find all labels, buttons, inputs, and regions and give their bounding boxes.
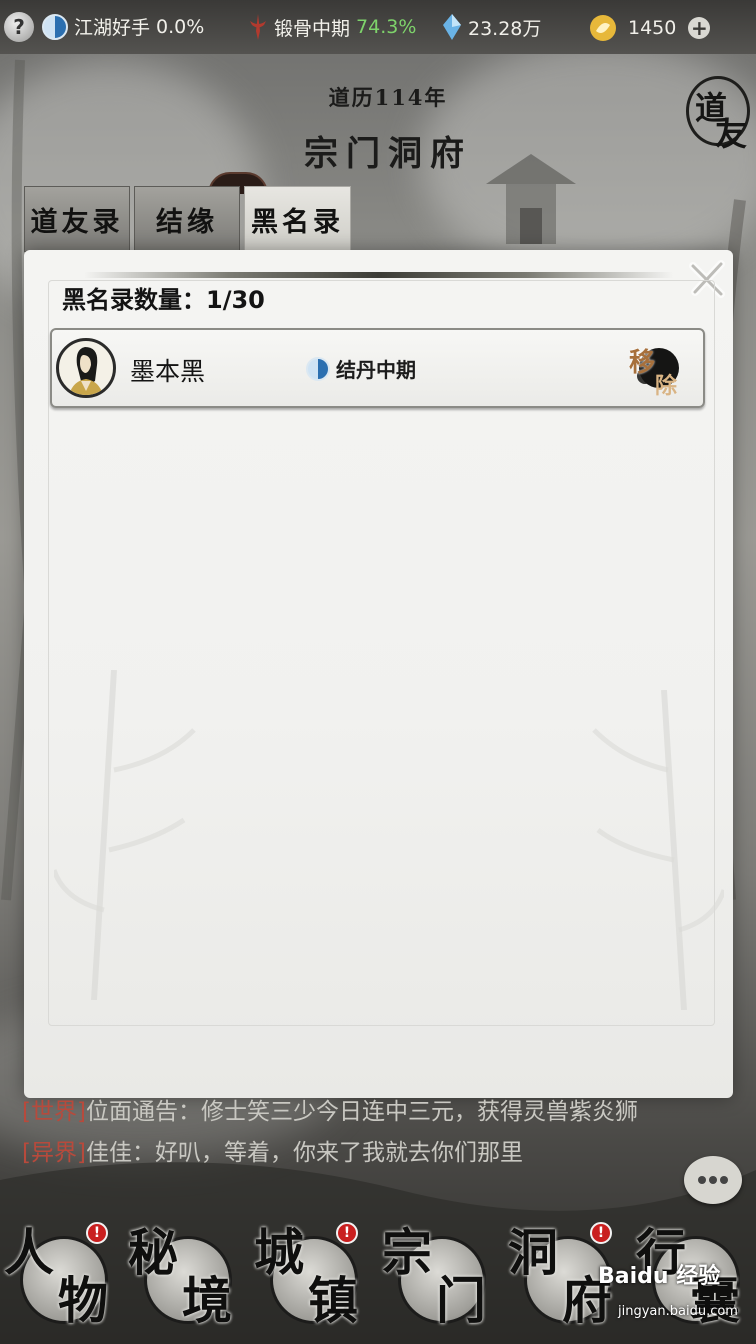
- nav-char-1: 城: [254, 1223, 304, 1282]
- remove-char-1: 移: [629, 348, 656, 378]
- bamboo-decoration: [592, 690, 724, 1010]
- chat-text: ：好叭，等着，你来了我就去你们那里: [131, 1140, 523, 1166]
- page-title: 宗门洞府: [304, 134, 472, 174]
- nav-char-2: 境: [182, 1271, 232, 1330]
- nav-char-2: 门: [436, 1271, 486, 1330]
- cultivation-stat[interactable]: 锻骨中期 74.3%: [248, 13, 416, 41]
- blacklist-count-value: 1/30: [206, 286, 265, 314]
- chat-message: [世界]位面通告：修士笑三少今日连中三元，获得灵兽紫炎狮: [22, 1092, 662, 1133]
- alert-badge: !: [86, 1222, 108, 1244]
- blacklist-row[interactable]: 墨本黑 结丹中期 移 除: [50, 328, 705, 408]
- chat-feed[interactable]: [世界]位面通告：修士笑三少今日连中三元，获得灵兽紫炎狮 [异界]佳佳：好叭，等…: [22, 1092, 662, 1174]
- alert-badge: !: [336, 1222, 358, 1244]
- player-realm: 结丹中期: [306, 354, 416, 383]
- chat-dot: [698, 1176, 706, 1184]
- spirit-crystal-icon: [443, 14, 461, 40]
- chat-message: [异界]佳佳：好叭，等着，你来了我就去你们那里: [22, 1133, 662, 1174]
- remove-char-2: 除: [655, 373, 678, 399]
- chat-channel: [异界]: [22, 1140, 86, 1166]
- reputation-label: 江湖好手: [74, 17, 151, 39]
- taiji-icon: [306, 356, 330, 381]
- chat-button[interactable]: [684, 1156, 742, 1204]
- sword-emblem-icon: [250, 14, 266, 40]
- status-bar: ? 江湖好手 0.0% 锻骨中期 74.3% 23.28万 1450 +: [0, 0, 756, 54]
- reputation-stat[interactable]: 江湖好手 0.0%: [42, 13, 204, 40]
- nav-char-2: 镇: [308, 1271, 358, 1330]
- chat-dot: [720, 1176, 728, 1184]
- player-realm-label: 结丹中期: [336, 358, 416, 382]
- panel-divider: [84, 272, 673, 278]
- alert-badge: !: [590, 1222, 612, 1244]
- add-currency-button[interactable]: +: [688, 17, 711, 39]
- nav-char-2: 物: [58, 1271, 108, 1330]
- gold-coin-icon: [590, 15, 616, 41]
- nav-char-1: 秘: [128, 1223, 178, 1282]
- chat-speaker: 佳佳: [85, 1140, 132, 1166]
- spirit-stone-value: 23.28万: [468, 17, 542, 40]
- seal-char-2: 友: [715, 115, 748, 153]
- cultivation-label: 锻骨中期: [274, 17, 351, 40]
- tab-friends-list[interactable]: 道友录: [24, 186, 130, 252]
- cultivation-progress: 74.3%: [356, 16, 417, 38]
- player-name: 墨本黑: [130, 357, 206, 386]
- reputation-value: 0.0%: [156, 15, 205, 38]
- nav-char-1: 宗: [382, 1223, 432, 1282]
- tab-bond[interactable]: 结缘: [134, 186, 240, 252]
- chat-speaker: 位面通告: [85, 1099, 178, 1125]
- taiji-icon: [42, 13, 68, 40]
- baidu-watermark: Baidu 经验 jingyan.baidu.com: [598, 1258, 748, 1319]
- spirit-stone-stat[interactable]: 23.28万: [442, 13, 541, 41]
- blacklist-count-label: 黑名录数量：: [62, 286, 206, 314]
- bamboo-decoration: [54, 670, 196, 1000]
- nav-secret-realm[interactable]: 秘 境: [128, 1222, 240, 1334]
- avatar: [56, 338, 116, 398]
- friends-seal-button[interactable]: 道 友: [686, 76, 750, 153]
- nav-sect[interactable]: 宗 门: [382, 1222, 494, 1334]
- tab-blacklist[interactable]: 黑名录: [244, 186, 351, 252]
- currency-stat[interactable]: 1450 +: [588, 13, 711, 43]
- blacklist-panel: 黑名录数量：1/30 墨本黑 结丹中期 移 除: [24, 250, 733, 1098]
- nav-character[interactable]: 人 物 !: [4, 1222, 116, 1334]
- currency-value: 1450: [628, 17, 677, 39]
- nav-town[interactable]: 城 镇 !: [254, 1222, 366, 1334]
- calendar-year: 道历114年: [328, 85, 448, 110]
- cultivator-portrait-icon: [69, 347, 103, 395]
- remove-button[interactable]: 移 除: [627, 342, 683, 399]
- chat-text: ：修士笑三少今日连中三元，获得灵兽紫炎狮: [177, 1099, 638, 1125]
- chat-channel: [世界]: [22, 1099, 86, 1125]
- watermark-brand: Baidu 经验: [598, 1264, 721, 1289]
- help-button[interactable]: ?: [4, 12, 34, 42]
- watermark-url: jingyan.baidu.com: [618, 1304, 738, 1319]
- nav-char-1: 人: [4, 1223, 54, 1282]
- nav-char-1: 洞: [508, 1223, 558, 1282]
- blacklist-count: 黑名录数量：1/30: [62, 280, 265, 315]
- chat-dot: [709, 1176, 717, 1184]
